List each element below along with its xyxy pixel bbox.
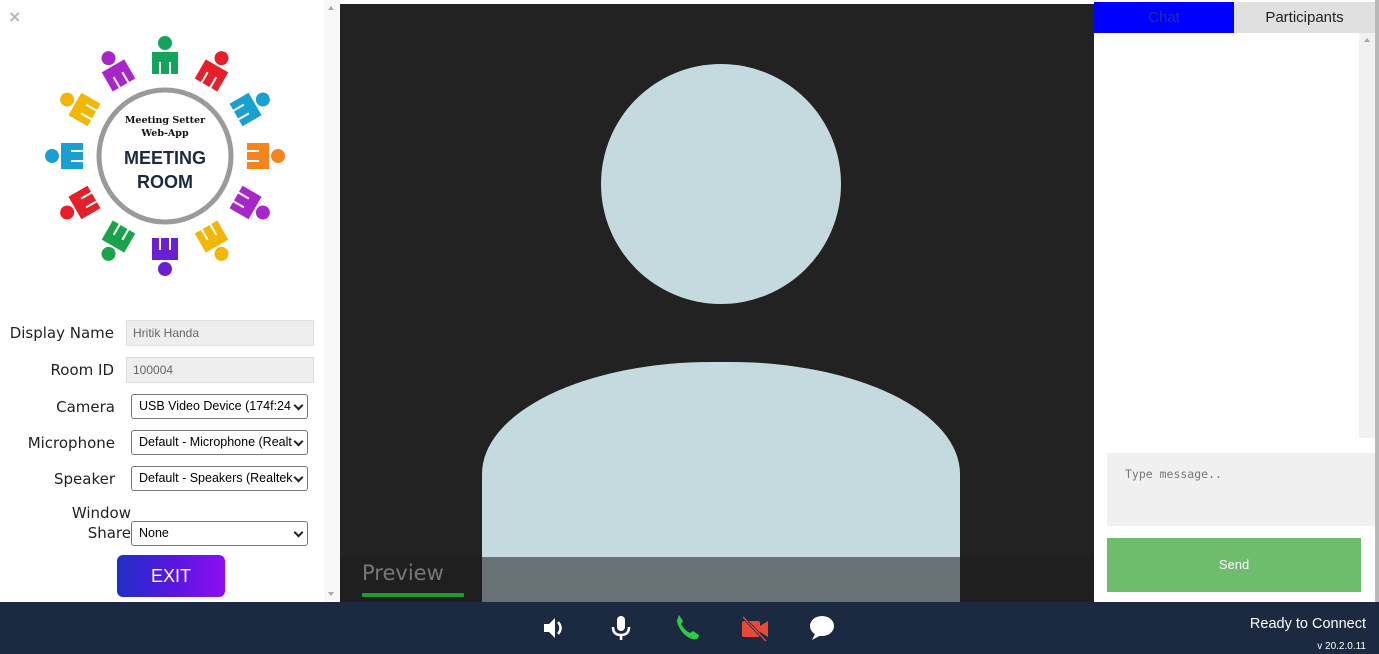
display-name-label: Display Name	[9, 324, 114, 342]
speaker-row: Speaker Default - Speakers (Realtek	[0, 466, 324, 494]
version-label: v 20.2.0.11	[1317, 641, 1366, 652]
microphone-select[interactable]: Default - Microphone (Realt	[131, 430, 308, 455]
connection-status: Ready to Connect	[1249, 616, 1366, 632]
meeting-room-logo: Meeting Setter Web-App MEETING ROOM	[45, 36, 285, 276]
send-button[interactable]: Send	[1107, 538, 1361, 592]
speaker-label: Speaker	[53, 470, 115, 488]
chevron-down-icon	[293, 472, 304, 483]
logo-title2: ROOM	[137, 172, 193, 192]
chat-panel: Chat Participants Type message.. Send	[1094, 0, 1379, 602]
window-share-row: None	[0, 521, 324, 549]
chevron-down-icon	[293, 527, 304, 538]
close-icon[interactable]: ×	[8, 7, 21, 26]
camera-select-value: USB Video Device (174f:24	[139, 399, 291, 413]
room-id-label: Room ID	[50, 361, 114, 379]
microphone-icon[interactable]	[606, 613, 636, 643]
camera-label: Camera	[56, 398, 115, 416]
tab-chat[interactable]: Chat	[1094, 2, 1234, 33]
chevron-down-icon	[293, 436, 304, 447]
microphone-select-value: Default - Microphone (Realt	[139, 435, 292, 449]
speaker-select[interactable]: Default - Speakers (Realtek	[131, 466, 308, 491]
settings-scrollbar[interactable]	[324, 0, 340, 602]
logo-line1: Meeting Setter	[125, 115, 206, 126]
display-name-field[interactable]: Hritik Handa	[126, 320, 314, 346]
speaker-select-value: Default - Speakers (Realtek	[139, 471, 293, 485]
control-bar: Ready to Connect v 20.2.0.11	[0, 602, 1379, 654]
exit-button[interactable]: EXIT	[117, 555, 225, 597]
scroll-up-arrow-icon[interactable]	[1364, 38, 1370, 42]
microphone-row: Microphone Default - Microphone (Realt	[0, 430, 324, 458]
panel-edge	[1375, 0, 1379, 602]
logo-title1: MEETING	[124, 148, 206, 168]
video-off-icon[interactable]	[740, 613, 770, 643]
camera-row: Camera USB Video Device (174f:24	[0, 394, 324, 422]
video-preview: Preview	[340, 4, 1094, 602]
speaker-icon[interactable]	[539, 613, 569, 643]
chevron-down-icon	[293, 400, 304, 411]
room-id-field[interactable]: 100004	[126, 357, 314, 383]
camera-select[interactable]: USB Video Device (174f:24	[131, 394, 308, 419]
room-id-row: Room ID 100004	[0, 357, 324, 385]
meeting-app: × Meeting Setter Web-App MEETING ROOM Di…	[0, 0, 1379, 654]
logo-line2: Web-App	[140, 128, 189, 139]
avatar-head	[601, 64, 841, 304]
settings-panel: × Meeting Setter Web-App MEETING ROOM Di…	[0, 0, 340, 602]
scroll-down-arrow-icon[interactable]	[328, 592, 334, 596]
display-name-row: Display Name Hritik Handa	[0, 320, 324, 348]
chat-icon[interactable]	[807, 613, 837, 643]
window-share-label-1: Window	[71, 504, 131, 522]
microphone-label: Microphone	[27, 434, 115, 452]
scroll-up-arrow-icon[interactable]	[328, 6, 334, 10]
window-share-select-value: None	[139, 526, 169, 540]
message-input[interactable]: Type message..	[1107, 453, 1375, 526]
call-icon[interactable]	[673, 613, 703, 643]
audio-level-indicator	[362, 593, 464, 597]
tab-participants[interactable]: Participants	[1234, 2, 1375, 33]
preview-label: Preview	[362, 561, 444, 585]
chat-scrollbar[interactable]	[1359, 33, 1375, 438]
window-share-select[interactable]: None	[131, 521, 308, 546]
